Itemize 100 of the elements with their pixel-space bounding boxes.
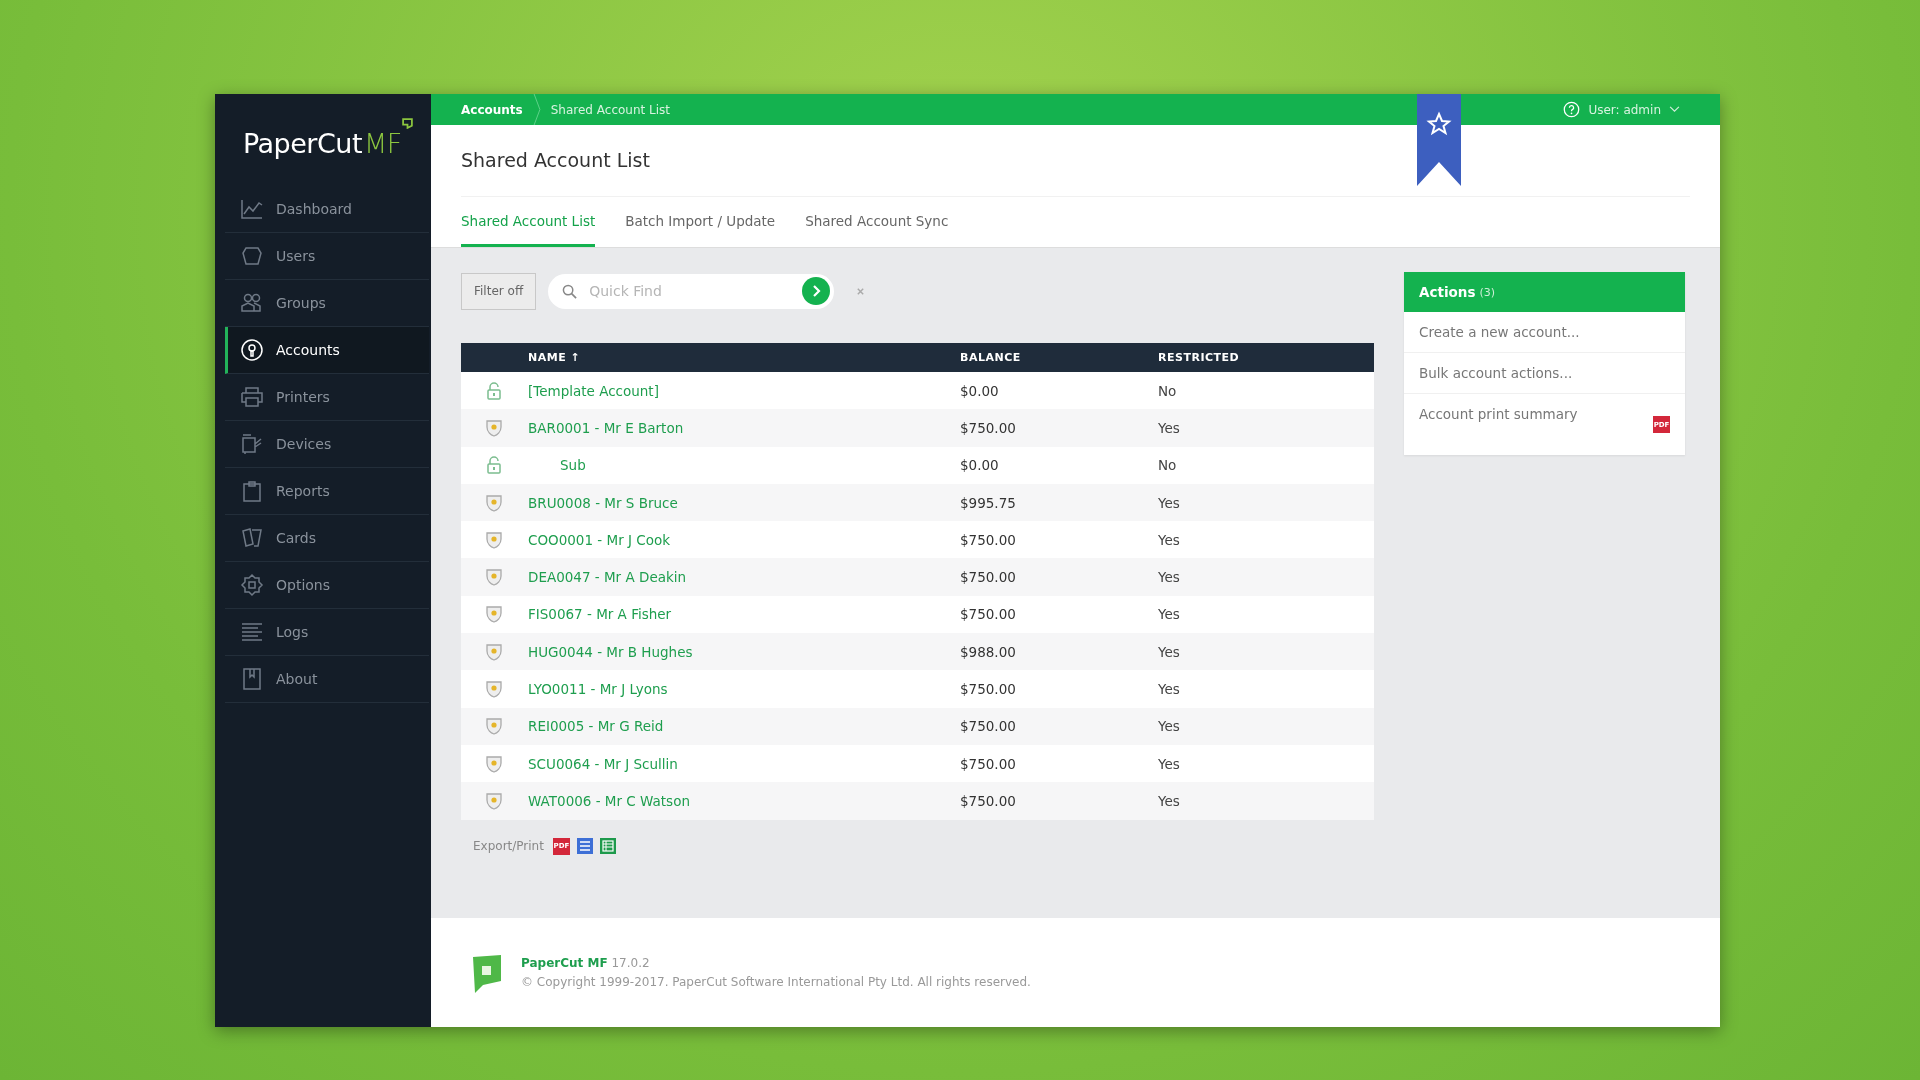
table-cell: No xyxy=(1157,446,1374,484)
shield-icon xyxy=(486,605,502,624)
account-link[interactable]: [Template Account] xyxy=(528,382,659,399)
account-link[interactable]: LYO0011 - Mr J Lyons xyxy=(528,681,668,697)
shield-icon xyxy=(486,717,502,736)
tab[interactable]: Shared Account List xyxy=(461,197,596,247)
go-button[interactable] xyxy=(802,277,831,305)
page-title: Shared Account List xyxy=(461,125,1690,197)
actions-count: (3) xyxy=(1479,285,1496,299)
table-cell: Yes xyxy=(1157,670,1374,708)
table-cell: Yes xyxy=(1157,595,1374,634)
column-header[interactable]: NAME ↑ xyxy=(527,343,959,372)
breadcrumb-current: Shared Account List xyxy=(550,102,671,117)
table-cell: $750.00 xyxy=(959,521,1157,559)
table-cell: Yes xyxy=(1157,483,1374,522)
table-cell: $750.00 xyxy=(959,409,1157,447)
tab[interactable]: Batch Import / Update xyxy=(625,197,776,247)
account-link[interactable]: BRU0008 - Mr S Bruce xyxy=(528,494,678,511)
action-link[interactable]: Bulk account actions... xyxy=(1419,365,1573,381)
table-cell: Yes xyxy=(1157,744,1374,783)
table-cell: $750.00 xyxy=(959,670,1157,708)
export-label: Export/Print xyxy=(473,839,544,854)
shield-icon xyxy=(486,493,502,512)
sidebar-item[interactable]: Cards xyxy=(225,515,429,562)
action-link[interactable]: Account print summary xyxy=(1419,406,1578,422)
search-field[interactable]: Quick Find xyxy=(548,273,835,309)
table-cell: $0.00 xyxy=(959,446,1157,484)
sidebar-item[interactable]: Devices xyxy=(225,421,429,468)
shield-icon xyxy=(486,568,502,587)
account-link[interactable]: SCU0064 - Mr J Scullin xyxy=(528,755,678,772)
product-name: PaperCut MF xyxy=(521,955,608,970)
table-cell: $988.00 xyxy=(959,633,1157,671)
version: 17.0.2 xyxy=(611,955,650,970)
logo-icon xyxy=(471,952,503,993)
filter-button[interactable]: Filter off xyxy=(461,272,537,310)
shield-icon xyxy=(486,642,502,661)
table-cell: Yes xyxy=(1157,782,1374,820)
shield-icon xyxy=(486,754,502,773)
table-cell: $750.00 xyxy=(959,744,1157,783)
clear-icon[interactable] xyxy=(856,286,866,296)
column-header: RESTRICTED xyxy=(1157,343,1374,372)
table-cell: Yes xyxy=(1157,558,1374,596)
chart-icon xyxy=(240,197,264,221)
account-link[interactable]: BAR0001 - Mr E Barton xyxy=(528,419,684,436)
table-cell: $750.00 xyxy=(959,558,1157,596)
chevron-icon xyxy=(532,94,541,125)
account-link[interactable]: REI0005 - Mr G Reid xyxy=(528,718,664,735)
sidebar-item[interactable]: About xyxy=(225,656,429,703)
table-cell: Yes xyxy=(1157,707,1374,745)
lines-icon xyxy=(240,620,264,644)
table-cell: $0.00 xyxy=(959,372,1157,410)
device-icon xyxy=(240,432,264,456)
lock-icon xyxy=(486,456,502,475)
shield-icon xyxy=(486,530,502,549)
account-link[interactable]: DEA0047 - Mr A Deakin xyxy=(528,569,687,586)
table-cell: $750.00 xyxy=(959,782,1157,820)
lock-icon xyxy=(486,381,502,400)
logo: PaperCut MF xyxy=(215,94,431,186)
clipboard-icon xyxy=(240,479,264,503)
sidebar-item[interactable]: Printers xyxy=(225,374,429,421)
user-menu[interactable]: User: admin xyxy=(1563,101,1680,118)
table-cell: No xyxy=(1157,372,1374,410)
shield-icon xyxy=(486,791,502,810)
sidebar-item[interactable]: Options xyxy=(225,562,429,609)
spreadsheet-export-icon[interactable] xyxy=(599,838,616,855)
breadcrumb-link[interactable]: Accounts xyxy=(461,102,523,117)
caret-icon xyxy=(1669,106,1680,113)
sidebar-item[interactable]: Dashboard xyxy=(225,186,429,233)
list-export-icon[interactable] xyxy=(576,838,593,855)
actions-title: Actions xyxy=(1419,284,1476,300)
sidebar-item[interactable]: Users xyxy=(225,233,429,280)
account-link[interactable]: HUG0044 - Mr B Hughes xyxy=(528,643,693,660)
cards-icon xyxy=(240,526,264,550)
table-cell: Yes xyxy=(1157,409,1374,447)
account-link[interactable]: FIS0067 - Mr A Fisher xyxy=(528,606,672,623)
account-link[interactable]: COO0001 - Mr J Cook xyxy=(528,531,670,548)
keyhole-icon xyxy=(240,338,264,362)
copyright: © Copyright 1999-2017. PaperCut Software International Pty Ltd. All rights reserved. xyxy=(521,973,1031,991)
account-link[interactable]: Sub xyxy=(560,457,586,474)
table-cell: $995.75 xyxy=(959,483,1157,522)
help-icon xyxy=(1563,101,1581,118)
table-cell: $750.00 xyxy=(959,595,1157,634)
shield-icon xyxy=(486,680,502,698)
table-cell: $750.00 xyxy=(959,707,1157,745)
printer-icon xyxy=(240,385,264,409)
table-cell: Yes xyxy=(1157,633,1374,671)
sidebar-item[interactable]: Accounts xyxy=(225,327,429,374)
action-link[interactable]: Create a new account... xyxy=(1419,324,1580,340)
table-cell: Yes xyxy=(1157,521,1374,559)
sidebar-item[interactable]: Reports xyxy=(225,468,429,515)
shield-icon xyxy=(486,418,502,437)
bookmark-ribbon-icon[interactable] xyxy=(1417,94,1461,186)
book-icon xyxy=(240,667,264,691)
account-link[interactable]: WAT0006 - Mr C Watson xyxy=(528,792,690,809)
gear-icon xyxy=(240,573,264,597)
search-icon xyxy=(562,283,578,299)
group-icon xyxy=(240,291,264,315)
sidebar-item[interactable]: Logs xyxy=(225,609,429,656)
column-header: BALANCE xyxy=(959,343,1157,372)
tab[interactable]: Shared Account Sync xyxy=(805,197,949,247)
